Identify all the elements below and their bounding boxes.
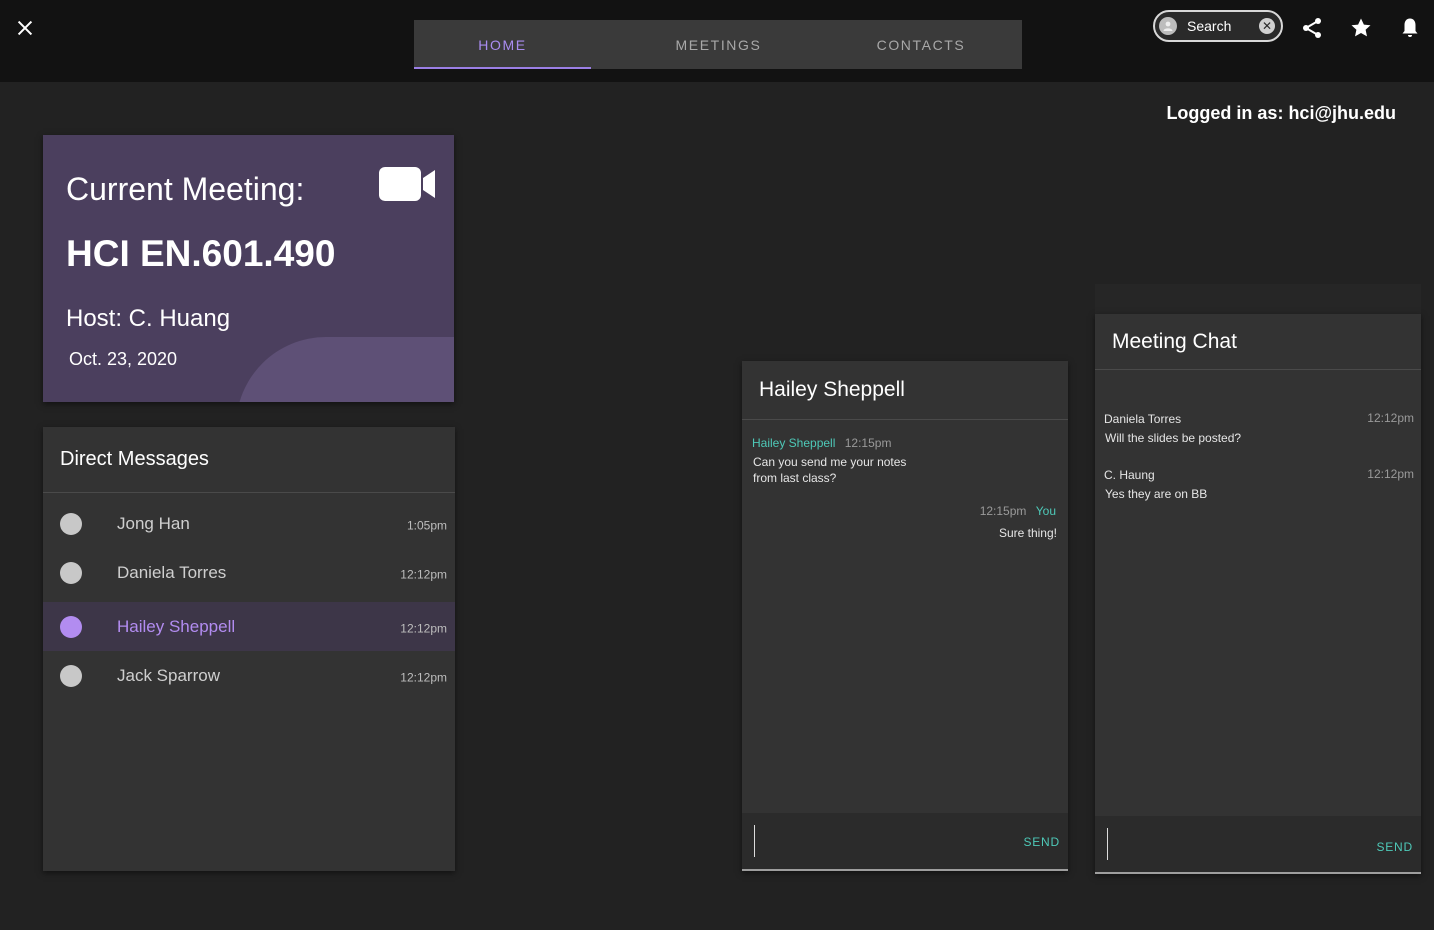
meeting-chat-header-bar bbox=[1095, 284, 1421, 314]
dm-time: 12:12pm bbox=[400, 566, 447, 581]
dm-name: Hailey Sheppell bbox=[117, 616, 236, 636]
dm-title: Direct Messages bbox=[43, 427, 455, 493]
text-cursor bbox=[1107, 828, 1108, 860]
message-sender: Daniela Torres bbox=[1104, 412, 1182, 426]
direct-messages-panel: Direct Messages Jong Han 1:05pm Daniela … bbox=[43, 427, 455, 871]
avatar-icon bbox=[1163, 21, 1173, 31]
message-text: Will the slides be posted? bbox=[1105, 431, 1242, 445]
dm-time: 1:05pm bbox=[406, 517, 447, 532]
tab-meetings[interactable]: MEETINGS bbox=[591, 20, 846, 69]
message-line: from last class? bbox=[753, 471, 837, 485]
clear-icon[interactable]: ✕ bbox=[1259, 18, 1275, 34]
message-sender: C. Haung bbox=[1104, 468, 1155, 482]
tab-contacts[interactable]: CONTACTS bbox=[846, 20, 996, 69]
meeting-chat-title: Meeting Chat bbox=[1095, 314, 1421, 370]
decorative-shape bbox=[236, 337, 454, 402]
star-icon[interactable] bbox=[1349, 16, 1373, 40]
share-icon[interactable] bbox=[1300, 16, 1324, 40]
top-app-bar: HOME MEETINGS CONTACTS Search ✕ bbox=[0, 0, 1434, 82]
dm-name: Daniela Torres bbox=[117, 562, 227, 582]
video-camera-icon[interactable] bbox=[379, 165, 437, 203]
search-avatar bbox=[1159, 17, 1177, 35]
message-input[interactable]: SEND bbox=[1095, 816, 1421, 874]
message-line: Can you send me your notes bbox=[753, 455, 907, 469]
logged-in-status: Logged in as: hci@jhu.edu bbox=[1166, 103, 1396, 123]
status-dot bbox=[60, 615, 82, 638]
dm-chat-panel: Hailey Sheppell Hailey Sheppell 12:15pm … bbox=[742, 361, 1068, 871]
meeting-course: HCI EN.601.490 bbox=[66, 233, 336, 274]
message-text: Can you send me your notes from last cla… bbox=[753, 454, 906, 486]
message-time: 12:12pm bbox=[1367, 411, 1414, 425]
main-tabs: HOME MEETINGS CONTACTS bbox=[414, 20, 1022, 69]
message-sender: Hailey Sheppell bbox=[752, 436, 836, 450]
send-button[interactable]: SEND bbox=[1023, 835, 1060, 849]
message-text: Yes they are on BB bbox=[1105, 487, 1208, 501]
bell-icon[interactable] bbox=[1398, 16, 1422, 40]
message-text: Sure thing! bbox=[999, 525, 1057, 541]
dm-name: Jong Han bbox=[117, 513, 190, 533]
dm-item-jong-han[interactable]: Jong Han 1:05pm bbox=[43, 499, 455, 548]
tab-home[interactable]: HOME bbox=[414, 20, 591, 69]
dm-chat-title: Hailey Sheppell bbox=[742, 361, 1068, 420]
close-icon[interactable] bbox=[14, 17, 36, 39]
search-label: Search bbox=[1187, 18, 1232, 34]
dm-time: 12:12pm bbox=[400, 669, 447, 684]
meeting-date: Oct. 23, 2020 bbox=[69, 349, 178, 369]
chat-message: 12:15pm You bbox=[980, 503, 1056, 519]
dm-item-hailey-sheppell[interactable]: Hailey Sheppell 12:12pm bbox=[43, 602, 455, 651]
message-input[interactable]: SEND bbox=[742, 813, 1068, 871]
dm-name: Jack Sparrow bbox=[117, 665, 220, 685]
dm-item-jack-sparrow[interactable]: Jack Sparrow 12:12pm bbox=[43, 651, 455, 700]
dm-item-daniela-torres[interactable]: Daniela Torres 12:12pm bbox=[43, 548, 455, 597]
chat-message: Hailey Sheppell 12:15pm bbox=[752, 435, 891, 451]
search-chip[interactable]: Search ✕ bbox=[1153, 10, 1283, 42]
dm-time: 12:12pm bbox=[400, 620, 447, 635]
meeting-title: Current Meeting: bbox=[66, 171, 305, 207]
message-time: 12:15pm bbox=[979, 504, 1027, 518]
status-dot bbox=[60, 512, 82, 535]
meeting-chat-panel: Meeting Chat Daniela Torres 12:12pm Will… bbox=[1095, 314, 1421, 874]
message-line: Sure thing! bbox=[998, 526, 1057, 540]
text-cursor bbox=[754, 825, 755, 857]
message-time: 12:12pm bbox=[1367, 467, 1414, 481]
message-sender: You bbox=[1035, 504, 1056, 518]
meeting-host: Host: C. Huang bbox=[66, 305, 231, 332]
current-meeting-card[interactable]: Current Meeting: HCI EN.601.490 Host: C.… bbox=[43, 135, 454, 402]
status-dot bbox=[60, 664, 82, 687]
send-button[interactable]: SEND bbox=[1376, 840, 1413, 854]
message-time: 12:15pm bbox=[844, 436, 892, 450]
status-dot bbox=[60, 561, 82, 584]
